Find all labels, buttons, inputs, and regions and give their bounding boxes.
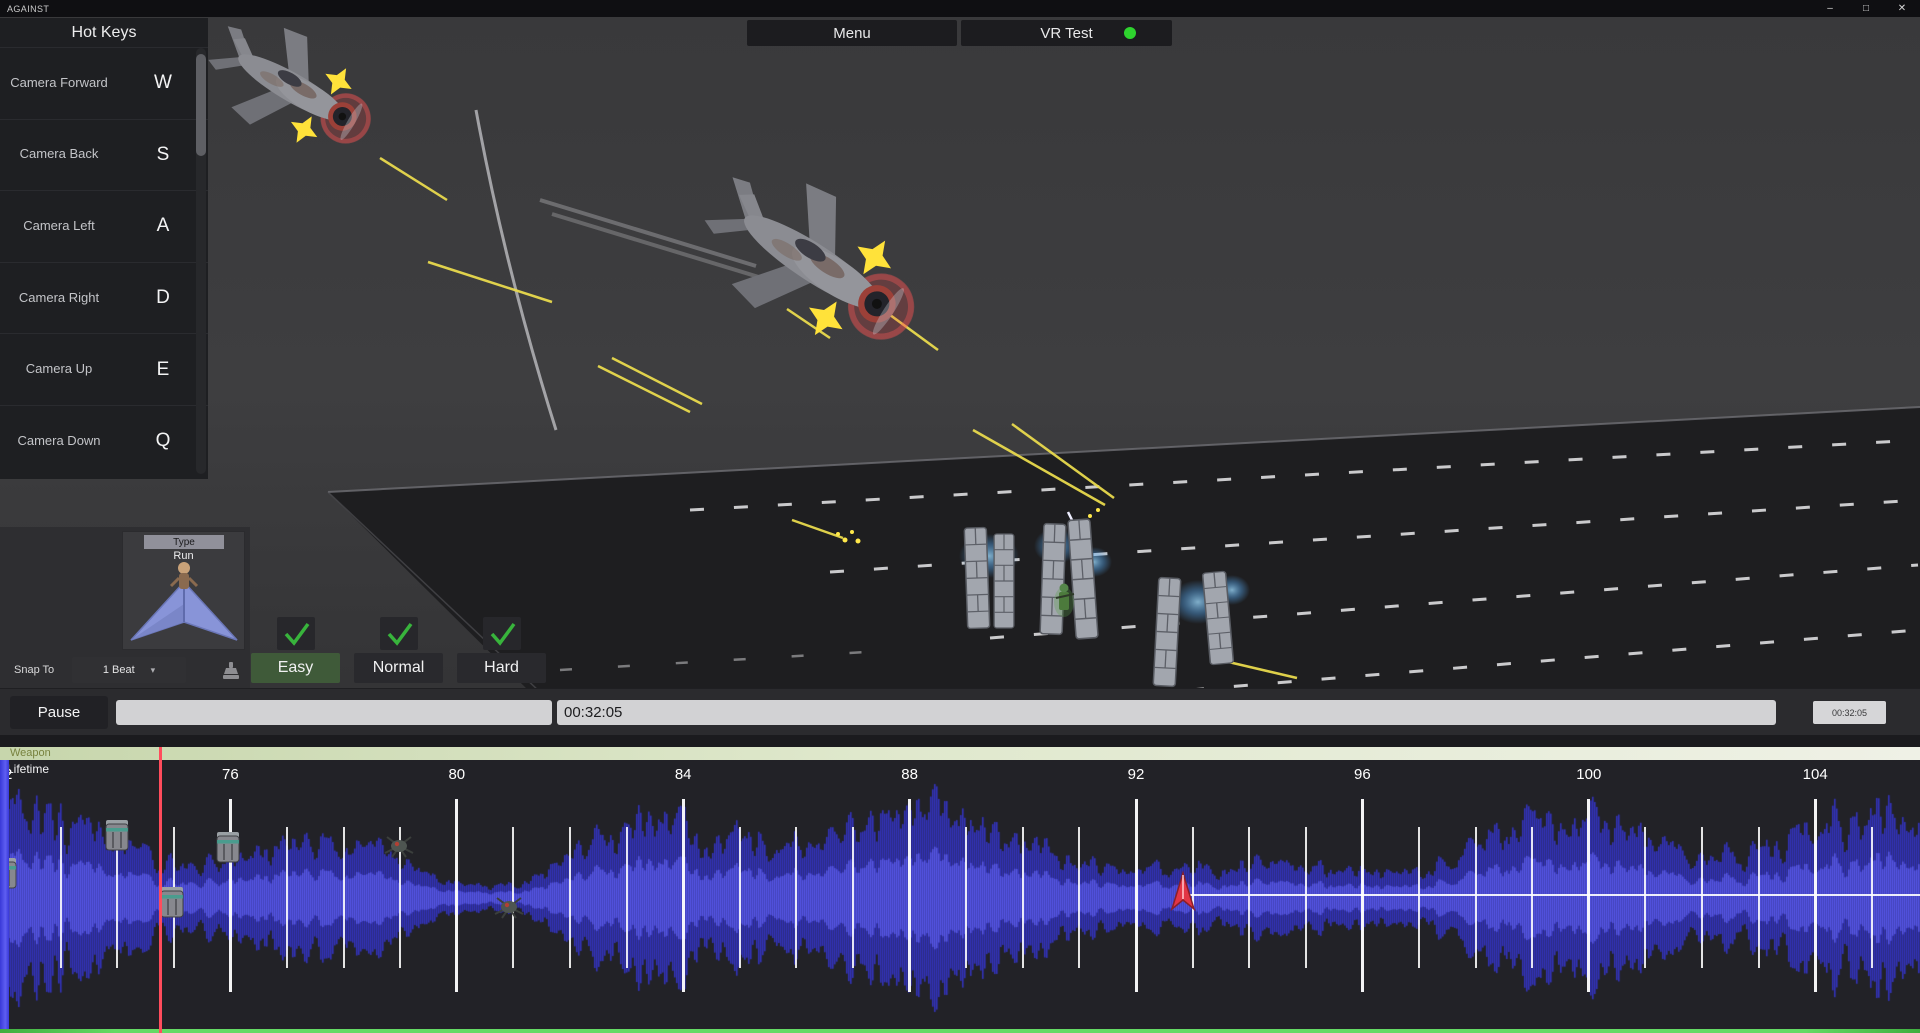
selected-object-preview[interactable]: Type Run bbox=[122, 531, 245, 650]
timeline-object-spider[interactable] bbox=[493, 894, 525, 925]
weapon-track-strip bbox=[0, 747, 1920, 760]
hotkey-label: Camera Right bbox=[0, 290, 118, 307]
timecode-display: 00:32:05 bbox=[564, 704, 622, 721]
hotkey-label: Camera Forward bbox=[0, 75, 118, 92]
playhead[interactable] bbox=[159, 747, 162, 1033]
difficulty-button-normal[interactable]: Normal bbox=[354, 653, 443, 683]
scene-3d bbox=[0, 17, 1920, 688]
difficulty-option: Normal bbox=[354, 617, 443, 683]
transport-bar: Pause 00:32:05 00:32:05 bbox=[0, 688, 1920, 735]
hotkey-row[interactable]: Camera ForwardW bbox=[0, 47, 208, 119]
close-button[interactable]: ✕ bbox=[1884, 0, 1920, 17]
hotkeys-title: Hot Keys bbox=[0, 18, 208, 47]
hotkeys-list: Camera ForwardWCamera BackSCamera LeftAC… bbox=[0, 47, 208, 477]
floor-platform bbox=[328, 407, 1920, 688]
type-label: Type bbox=[144, 535, 224, 549]
placement-tool-icon[interactable] bbox=[220, 660, 242, 682]
timeline-left-edge-bar bbox=[0, 760, 9, 1029]
hotkey-row[interactable]: Camera DownQ bbox=[0, 405, 208, 477]
vr-status-dot bbox=[1124, 27, 1136, 39]
hotkey-key: D bbox=[118, 287, 208, 309]
timeline-object-crate[interactable] bbox=[213, 829, 243, 870]
hotkey-label: Camera Down bbox=[0, 433, 118, 450]
hotkeys-scrollbar[interactable] bbox=[196, 48, 206, 474]
hotkeys-panel: Hot Keys Camera ForwardWCamera BackSCame… bbox=[0, 18, 208, 479]
timeline-object-spider[interactable] bbox=[383, 833, 415, 864]
vr-test-label: VR Test bbox=[1040, 25, 1092, 42]
difficulty-option: Easy bbox=[251, 617, 340, 683]
weapon-track-label: Weapon bbox=[10, 747, 51, 759]
maximize-button[interactable]: □ bbox=[1848, 0, 1884, 17]
player-glider-icon bbox=[123, 552, 244, 648]
timeline-object-arrow[interactable] bbox=[1170, 871, 1196, 916]
pause-button[interactable]: Pause bbox=[10, 696, 108, 729]
viewport-3d[interactable] bbox=[0, 17, 1920, 688]
hotkey-key: Q bbox=[118, 430, 208, 452]
hotkey-label: Camera Back bbox=[0, 146, 118, 163]
scrub-bar-main[interactable]: 00:32:05 bbox=[557, 700, 1776, 725]
snap-value: 1 Beat bbox=[103, 664, 135, 676]
window-title: AGAINST bbox=[0, 4, 1812, 14]
difficulty-group: Easy Normal Hard bbox=[251, 617, 546, 683]
minimize-button[interactable]: – bbox=[1812, 0, 1848, 17]
timecode-small: 00:32:05 bbox=[1813, 701, 1886, 724]
timeline-bottom-bar bbox=[0, 1029, 1920, 1033]
hotkey-row[interactable]: Camera RightD bbox=[0, 262, 208, 334]
difficulty-check-icon[interactable] bbox=[380, 617, 418, 650]
timeline-objects bbox=[0, 735, 1920, 1033]
difficulty-button-easy[interactable]: Easy bbox=[251, 653, 340, 683]
snap-dropdown[interactable]: 1 Beat ▾ bbox=[72, 657, 186, 683]
timeline-object-crate[interactable] bbox=[102, 817, 132, 858]
menu-button[interactable]: Menu bbox=[747, 20, 957, 46]
scrub-bar-left[interactable] bbox=[116, 700, 552, 725]
hotkey-key: W bbox=[118, 72, 208, 94]
vr-test-button[interactable]: VR Test bbox=[961, 20, 1172, 46]
scrollbar-thumb[interactable] bbox=[196, 54, 206, 156]
contrail-streaks bbox=[476, 110, 762, 430]
hotkey-key: S bbox=[118, 144, 208, 166]
hotkey-row[interactable]: Camera LeftA bbox=[0, 190, 208, 262]
hotkey-label: Camera Left bbox=[0, 218, 118, 235]
snap-to-label: Snap To bbox=[14, 664, 54, 676]
hotkey-row[interactable]: Camera UpE bbox=[0, 333, 208, 405]
difficulty-check-icon[interactable] bbox=[277, 617, 315, 650]
hotkey-key: E bbox=[118, 359, 208, 381]
difficulty-check-icon[interactable] bbox=[483, 617, 521, 650]
chevron-down-icon: ▾ bbox=[151, 665, 156, 676]
hotkey-label: Camera Up bbox=[0, 361, 118, 378]
enemy-plane-1[interactable] bbox=[191, 17, 393, 177]
app-window: AGAINST – □ ✕ bbox=[0, 0, 1920, 1033]
timeline-editor[interactable]: 72768084889296100104 Weapon Lifetime bbox=[0, 735, 1920, 1033]
difficulty-button-hard[interactable]: Hard bbox=[457, 653, 546, 683]
hotkey-key: A bbox=[118, 215, 208, 237]
titlebar: AGAINST – □ ✕ bbox=[0, 0, 1920, 17]
hotkey-row[interactable]: Camera BackS bbox=[0, 119, 208, 191]
difficulty-option: Hard bbox=[457, 617, 546, 683]
lifetime-track-label: Lifetime bbox=[7, 762, 49, 776]
